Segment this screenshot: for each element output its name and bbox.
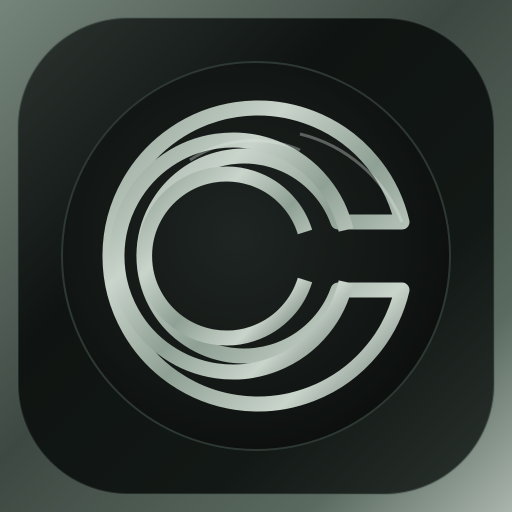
app-icon[interactable] <box>0 0 512 512</box>
app-icon-canvas <box>0 0 512 512</box>
